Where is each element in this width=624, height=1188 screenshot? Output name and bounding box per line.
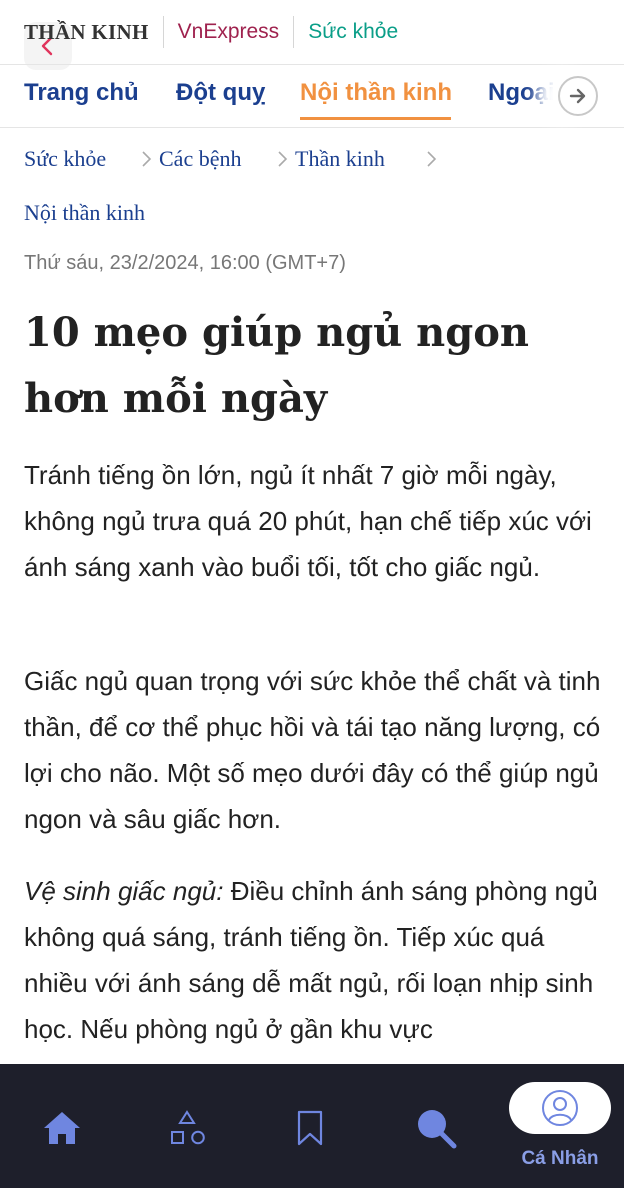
article-paragraph: Vệ sinh giấc ngủ: Điều chỉnh ánh sáng ph…	[24, 868, 604, 1064]
user-icon	[542, 1090, 578, 1126]
bottom-nav: Cá Nhân	[0, 1064, 624, 1188]
tab-trang-chu[interactable]: Trang chủ	[24, 79, 139, 107]
article-lead: Tránh tiếng ồn lớn, ngủ ít nhất 7 giờ mỗ…	[24, 460, 592, 582]
arrow-right-icon	[569, 88, 586, 104]
section-name[interactable]: THẦN KINH	[24, 20, 149, 45]
brand-divider	[162, 16, 164, 48]
article-title: 10 mẹo giúp ngủ ngon hơn mỗi ngày	[24, 309, 529, 422]
breadcrumb-item[interactable]: Sức khỏe	[24, 146, 106, 172]
profile-button[interactable]	[509, 1082, 611, 1134]
categories-icon	[171, 1110, 205, 1145]
chevron-right-icon	[142, 151, 152, 167]
search-icon	[418, 1110, 457, 1149]
suc-khoe-link[interactable]: Sức khỏe	[308, 20, 398, 44]
top-brand-bar: THẦN KINH VnExpress Sức khỏe	[0, 0, 624, 64]
article-date: Thứ sáu, 23/2/2024, 16:00 (GMT+7)	[24, 252, 346, 274]
bookmark-icon	[297, 1110, 323, 1146]
tab-ngoai[interactable]: Ngoại	[488, 79, 555, 107]
paragraph-heading: Vệ sinh giấc ngủ:	[24, 876, 224, 906]
article-paragraph: Giấc ngủ quan trọng với sức khỏe thể chấ…	[24, 666, 601, 834]
brand-divider	[293, 16, 295, 48]
search-button[interactable]	[412, 1104, 460, 1152]
chevron-right-icon	[278, 151, 288, 167]
home-icon	[44, 1112, 80, 1144]
bookmark-button[interactable]	[290, 1106, 330, 1150]
home-button[interactable]	[40, 1106, 84, 1150]
active-tab-indicator	[300, 117, 451, 120]
vnexpress-logo[interactable]: VnExpress	[178, 20, 280, 44]
breadcrumb-item[interactable]: Các bệnh	[159, 146, 241, 172]
profile-label[interactable]: Cá Nhân	[509, 1148, 611, 1170]
tab-noi-than-kinh[interactable]: Nội thần kinh	[300, 79, 452, 107]
nav-scroll-button[interactable]	[558, 76, 598, 116]
chevron-right-icon	[427, 151, 437, 167]
tab-dot-quy[interactable]: Đột quỵ	[176, 79, 265, 107]
categories-button[interactable]	[164, 1106, 210, 1152]
breadcrumb-item[interactable]: Nội thần kinh	[24, 200, 145, 226]
breadcrumb-item[interactable]: Thần kinh	[295, 146, 385, 172]
